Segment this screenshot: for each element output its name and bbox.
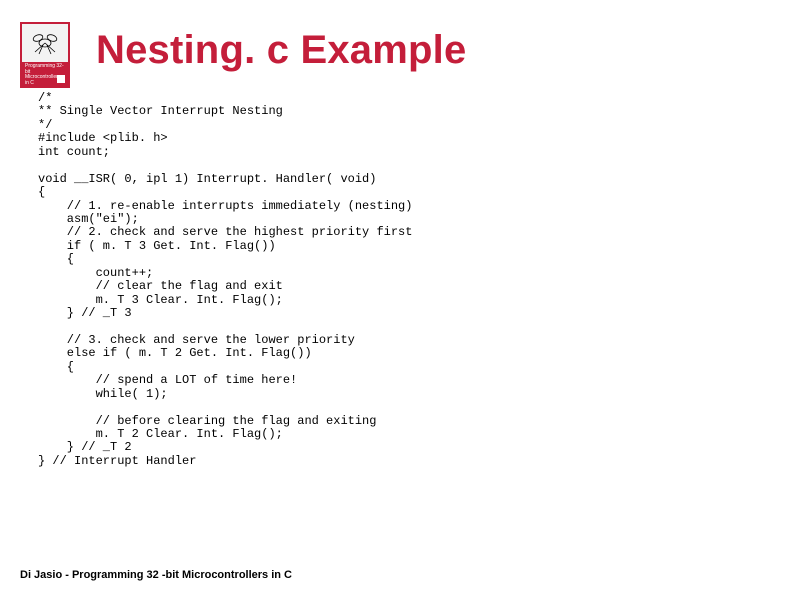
book-cover-art bbox=[22, 24, 68, 62]
slide-footer: Di Jasio - Programming 32 -bit Microcont… bbox=[20, 569, 292, 581]
slide: Programming 32-bit Microcontrollers in C… bbox=[0, 0, 794, 595]
fly-illustration-icon bbox=[25, 28, 65, 58]
book-logo-box bbox=[57, 75, 65, 83]
code-listing: /* ** Single Vector Interrupt Nesting */… bbox=[38, 92, 756, 468]
slide-title: Nesting. c Example bbox=[96, 28, 466, 73]
book-cover-thumbnail: Programming 32-bit Microcontrollers in C bbox=[20, 22, 70, 88]
